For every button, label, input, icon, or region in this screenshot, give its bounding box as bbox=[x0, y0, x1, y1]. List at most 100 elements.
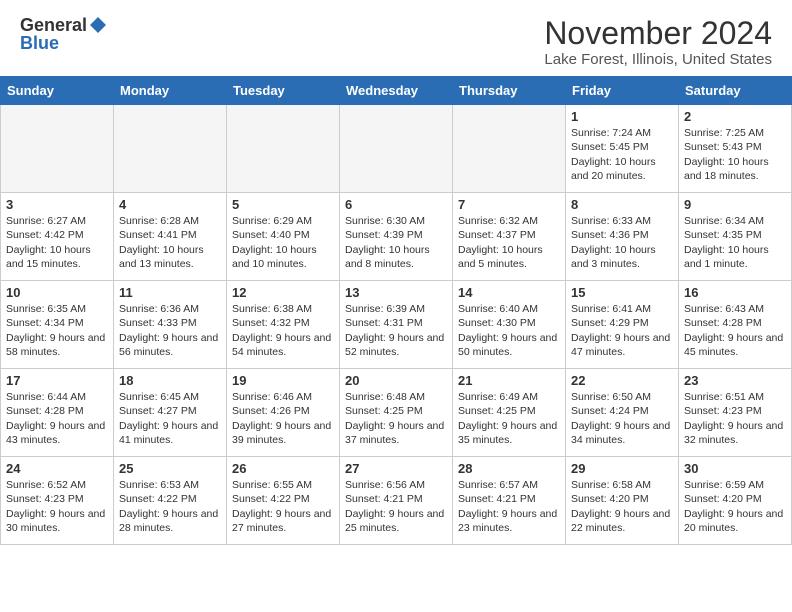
calendar-cell: 27Sunrise: 6:56 AM Sunset: 4:21 PM Dayli… bbox=[340, 457, 453, 545]
week-row-4: 17 Sunrise: 6:44 AM Sunset: 4:28 PM Dayli… bbox=[1, 369, 792, 457]
week-row-1: 1 Sunrise: 7:24 AM Sunset: 5:45 PM Daylig… bbox=[1, 105, 792, 193]
col-header-sunday: Sunday bbox=[1, 77, 114, 105]
calendar-cell: 14Sunrise: 6:40 AM Sunset: 4:30 PM Dayli… bbox=[453, 281, 566, 369]
day-info: Sunrise: 6:28 AM Sunset: 4:41 PM Dayligh… bbox=[119, 214, 221, 271]
day-info: Sunrise: 6:33 AM Sunset: 4:36 PM Dayligh… bbox=[571, 214, 673, 271]
logo: General Blue bbox=[20, 16, 107, 52]
calendar-cell: 13Sunrise: 6:39 AM Sunset: 4:31 PM Dayli… bbox=[340, 281, 453, 369]
calendar-cell: 28Sunrise: 6:57 AM Sunset: 4:21 PM Dayli… bbox=[453, 457, 566, 545]
day-number: 15 bbox=[571, 285, 673, 300]
day-info: Sunrise: 6:36 AM Sunset: 4:33 PM Dayligh… bbox=[119, 302, 221, 359]
calendar-cell bbox=[114, 105, 227, 193]
day-info: Sunrise: 6:43 AM Sunset: 4:28 PM Dayligh… bbox=[684, 302, 786, 359]
day-number: 12 bbox=[232, 285, 334, 300]
calendar-cell: 5Sunrise: 6:29 AM Sunset: 4:40 PM Daylig… bbox=[227, 193, 340, 281]
week-row-3: 10 Sunrise: 6:35 AM Sunset: 4:34 PM Dayli… bbox=[1, 281, 792, 369]
day-info: Sunrise: 6:41 AM Sunset: 4:29 PM Dayligh… bbox=[571, 302, 673, 359]
day-info: Sunrise: 6:27 AM Sunset: 4:42 PM Dayligh… bbox=[6, 214, 108, 271]
day-number: 10 bbox=[6, 285, 108, 300]
day-number: 13 bbox=[345, 285, 447, 300]
day-info: Sunrise: 6:58 AM Sunset: 4:20 PM Dayligh… bbox=[571, 478, 673, 535]
day-info: Sunrise: 7:24 AM Sunset: 5:45 PM Dayligh… bbox=[571, 126, 673, 183]
day-number: 8 bbox=[571, 197, 673, 212]
calendar-cell bbox=[340, 105, 453, 193]
day-number: 7 bbox=[458, 197, 560, 212]
col-header-monday: Monday bbox=[114, 77, 227, 105]
day-number: 28 bbox=[458, 461, 560, 476]
calendar-title-block: November 2024 Lake Forest, Illinois, Uni… bbox=[544, 16, 772, 68]
calendar-cell: 17 Sunrise: 6:44 AM Sunset: 4:28 PM Dayli… bbox=[1, 369, 114, 457]
day-info: Sunrise: 6:35 AM Sunset: 4:34 PM Dayligh… bbox=[6, 302, 108, 359]
calendar-cell: 26 Sunrise: 6:55 AM Sunset: 4:22 PM Dayli… bbox=[227, 457, 340, 545]
calendar-cell bbox=[453, 105, 566, 193]
calendar-header-row: SundayMondayTuesdayWednesdayThursdayFrid… bbox=[1, 77, 792, 105]
day-number: 17 bbox=[6, 373, 108, 388]
day-info: Sunrise: 6:30 AM Sunset: 4:39 PM Dayligh… bbox=[345, 214, 447, 271]
calendar-cell: 3 Sunrise: 6:27 AM Sunset: 4:42 PM Daylig… bbox=[1, 193, 114, 281]
day-number: 26 bbox=[232, 461, 334, 476]
calendar-cell: 2Sunrise: 7:25 AM Sunset: 5:43 PM Daylig… bbox=[679, 105, 792, 193]
calendar-cell: 8 Sunrise: 6:33 AM Sunset: 4:36 PM Daylig… bbox=[566, 193, 679, 281]
day-info: Sunrise: 6:48 AM Sunset: 4:25 PM Dayligh… bbox=[345, 390, 447, 447]
day-number: 11 bbox=[119, 285, 221, 300]
day-number: 29 bbox=[571, 461, 673, 476]
calendar-cell: 29 Sunrise: 6:58 AM Sunset: 4:20 PM Dayli… bbox=[566, 457, 679, 545]
calendar-cell: 18 Sunrise: 6:45 AM Sunset: 4:27 PM Dayli… bbox=[114, 369, 227, 457]
day-info: Sunrise: 6:44 AM Sunset: 4:28 PM Dayligh… bbox=[6, 390, 108, 447]
day-info: Sunrise: 6:46 AM Sunset: 4:26 PM Dayligh… bbox=[232, 390, 334, 447]
day-info: Sunrise: 6:32 AM Sunset: 4:37 PM Dayligh… bbox=[458, 214, 560, 271]
day-info: Sunrise: 6:40 AM Sunset: 4:30 PM Dayligh… bbox=[458, 302, 560, 359]
day-number: 1 bbox=[571, 109, 673, 124]
day-number: 4 bbox=[119, 197, 221, 212]
day-number: 21 bbox=[458, 373, 560, 388]
week-row-5: 24Sunrise: 6:52 AM Sunset: 4:23 PM Dayli… bbox=[1, 457, 792, 545]
day-info: Sunrise: 6:29 AM Sunset: 4:40 PM Dayligh… bbox=[232, 214, 334, 271]
day-number: 25 bbox=[119, 461, 221, 476]
col-header-saturday: Saturday bbox=[679, 77, 792, 105]
calendar-cell: 30 Sunrise: 6:59 AM Sunset: 4:20 PM Dayli… bbox=[679, 457, 792, 545]
day-number: 27 bbox=[345, 461, 447, 476]
calendar-cell bbox=[227, 105, 340, 193]
day-number: 19 bbox=[232, 373, 334, 388]
day-info: Sunrise: 6:38 AM Sunset: 4:32 PM Dayligh… bbox=[232, 302, 334, 359]
calendar-cell: 22Sunrise: 6:50 AM Sunset: 4:24 PM Dayli… bbox=[566, 369, 679, 457]
day-info: Sunrise: 7:25 AM Sunset: 5:43 PM Dayligh… bbox=[684, 126, 786, 183]
day-number: 20 bbox=[345, 373, 447, 388]
day-number: 24 bbox=[6, 461, 108, 476]
calendar-cell: 12 Sunrise: 6:38 AM Sunset: 4:32 PM Dayli… bbox=[227, 281, 340, 369]
calendar-cell: 4 Sunrise: 6:28 AM Sunset: 4:41 PM Daylig… bbox=[114, 193, 227, 281]
day-info: Sunrise: 6:51 AM Sunset: 4:23 PM Dayligh… bbox=[684, 390, 786, 447]
week-row-2: 3 Sunrise: 6:27 AM Sunset: 4:42 PM Daylig… bbox=[1, 193, 792, 281]
day-info: Sunrise: 6:49 AM Sunset: 4:25 PM Dayligh… bbox=[458, 390, 560, 447]
day-info: Sunrise: 6:59 AM Sunset: 4:20 PM Dayligh… bbox=[684, 478, 786, 535]
day-number: 6 bbox=[345, 197, 447, 212]
calendar-cell: 23Sunrise: 6:51 AM Sunset: 4:23 PM Dayli… bbox=[679, 369, 792, 457]
day-info: Sunrise: 6:45 AM Sunset: 4:27 PM Dayligh… bbox=[119, 390, 221, 447]
col-header-friday: Friday bbox=[566, 77, 679, 105]
calendar-cell: 9Sunrise: 6:34 AM Sunset: 4:35 PM Daylig… bbox=[679, 193, 792, 281]
logo-icon bbox=[89, 16, 107, 34]
calendar-cell: 21 Sunrise: 6:49 AM Sunset: 4:25 PM Dayli… bbox=[453, 369, 566, 457]
col-header-thursday: Thursday bbox=[453, 77, 566, 105]
logo-blue-text: Blue bbox=[20, 34, 59, 52]
calendar-cell: 19 Sunrise: 6:46 AM Sunset: 4:26 PM Dayli… bbox=[227, 369, 340, 457]
calendar-cell: 11 Sunrise: 6:36 AM Sunset: 4:33 PM Dayli… bbox=[114, 281, 227, 369]
calendar-cell: 10 Sunrise: 6:35 AM Sunset: 4:34 PM Dayli… bbox=[1, 281, 114, 369]
day-number: 16 bbox=[684, 285, 786, 300]
col-header-wednesday: Wednesday bbox=[340, 77, 453, 105]
calendar-cell bbox=[1, 105, 114, 193]
day-number: 30 bbox=[684, 461, 786, 476]
calendar-cell: 1 Sunrise: 7:24 AM Sunset: 5:45 PM Daylig… bbox=[566, 105, 679, 193]
day-number: 18 bbox=[119, 373, 221, 388]
day-number: 3 bbox=[6, 197, 108, 212]
day-info: Sunrise: 6:53 AM Sunset: 4:22 PM Dayligh… bbox=[119, 478, 221, 535]
logo-general-text: General bbox=[20, 16, 87, 34]
calendar-table: SundayMondayTuesdayWednesdayThursdayFrid… bbox=[0, 76, 792, 545]
day-info: Sunrise: 6:50 AM Sunset: 4:24 PM Dayligh… bbox=[571, 390, 673, 447]
calendar-title: November 2024 bbox=[544, 16, 772, 51]
day-number: 9 bbox=[684, 197, 786, 212]
calendar-cell: 6 Sunrise: 6:30 AM Sunset: 4:39 PM Daylig… bbox=[340, 193, 453, 281]
page-header: General Blue November 2024 Lake Forest, … bbox=[0, 0, 792, 76]
day-info: Sunrise: 6:55 AM Sunset: 4:22 PM Dayligh… bbox=[232, 478, 334, 535]
calendar-cell: 7 Sunrise: 6:32 AM Sunset: 4:37 PM Daylig… bbox=[453, 193, 566, 281]
